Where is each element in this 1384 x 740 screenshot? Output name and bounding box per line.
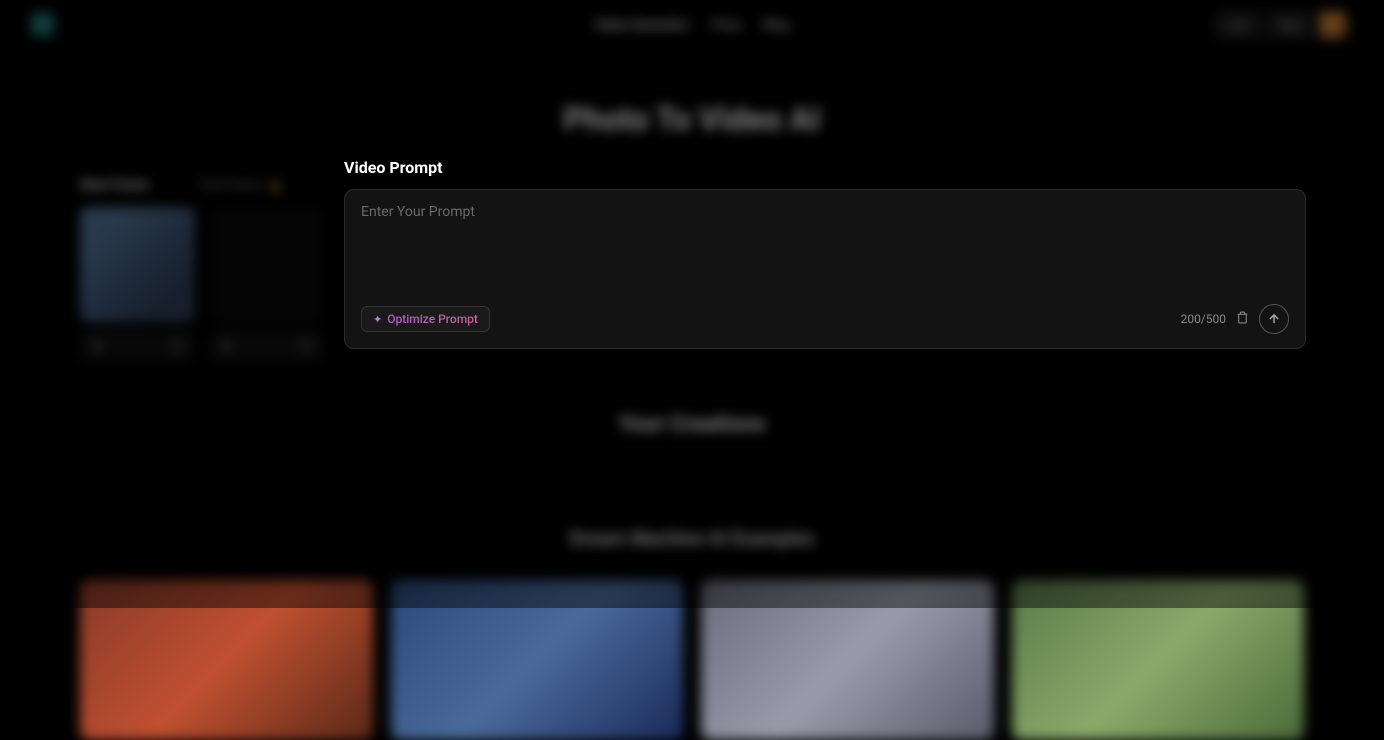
optimize-prompt-button[interactable]: ✦ Optimize Prompt: [361, 306, 490, 332]
optimize-prompt-label: Optimize Prompt: [387, 312, 478, 326]
sparkle-icon: ✦: [373, 313, 382, 326]
trash-icon[interactable]: [1236, 311, 1249, 328]
submit-button[interactable]: [1259, 304, 1289, 334]
prompt-box: ✦ Optimize Prompt 200/500: [344, 189, 1306, 349]
char-count: 200/500: [1181, 312, 1226, 326]
prompt-input[interactable]: [361, 204, 1289, 296]
video-prompt-title: Video Prompt: [344, 158, 1306, 177]
